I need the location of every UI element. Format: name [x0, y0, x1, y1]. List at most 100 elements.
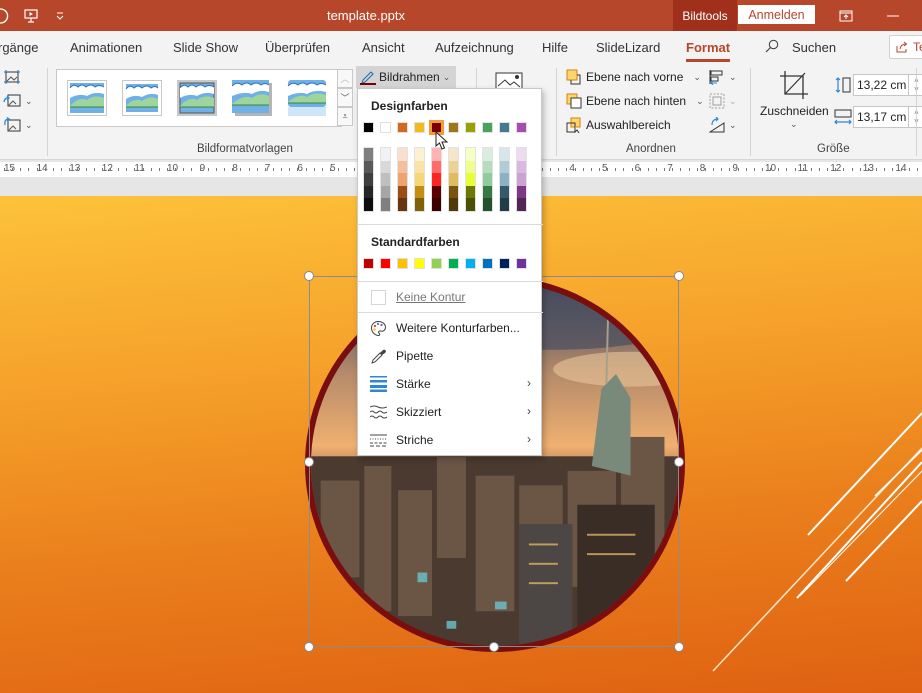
- shade-swatch[interactable]: [517, 185, 526, 199]
- shade-swatch[interactable]: [500, 185, 509, 199]
- shade-swatch[interactable]: [517, 160, 526, 174]
- shade-swatch[interactable]: [449, 198, 458, 211]
- tab-format[interactable]: Format: [686, 40, 731, 62]
- selection-pane-button[interactable]: Auswahlbereich: [566, 117, 671, 133]
- shade-swatch[interactable]: [432, 198, 441, 211]
- crop-button[interactable]: Zuschneiden: [760, 104, 829, 118]
- tab-ueberpruefen[interactable]: Überprüfen: [265, 40, 330, 55]
- search-icon[interactable]: [765, 39, 779, 56]
- theme-color-swatch[interactable]: [448, 122, 459, 133]
- shade-swatch[interactable]: [398, 198, 407, 211]
- resize-handle-bottom[interactable]: [489, 642, 499, 652]
- shape-height-input[interactable]: 13,22 cm: [853, 74, 909, 96]
- ribbon-display-options-icon[interactable]: [826, 0, 866, 31]
- sketched-item[interactable]: Skizziert ›: [358, 399, 541, 425]
- shade-swatch[interactable]: [449, 173, 458, 186]
- shade-swatch[interactable]: [415, 148, 424, 161]
- gallery-more-icon[interactable]: ⩡: [337, 107, 353, 126]
- standard-color-swatch[interactable]: [465, 258, 476, 269]
- picture-style-thumbnail-4[interactable]: [232, 80, 272, 116]
- shade-swatch[interactable]: [500, 173, 509, 186]
- send-backward-button[interactable]: Ebene nach hinten ⌄: [566, 93, 704, 109]
- tab-slide-show[interactable]: Slide Show: [173, 40, 238, 55]
- shade-swatch[interactable]: [398, 173, 407, 186]
- shade-swatch[interactable]: [432, 173, 441, 186]
- shade-swatch[interactable]: [449, 160, 458, 174]
- shade-swatch[interactable]: [398, 160, 407, 174]
- tab-animationen[interactable]: Animationen: [70, 40, 142, 55]
- shade-swatch[interactable]: [364, 198, 373, 211]
- shade-swatch[interactable]: [500, 148, 509, 161]
- picture-style-thumbnail-1[interactable]: [67, 80, 107, 116]
- shade-swatch[interactable]: [466, 173, 475, 186]
- shade-swatch[interactable]: [466, 185, 475, 199]
- crop-chevron-icon[interactable]: ⌄: [790, 119, 798, 130]
- shade-swatch[interactable]: [483, 198, 492, 211]
- shade-swatch[interactable]: [381, 185, 390, 199]
- shade-swatch[interactable]: [517, 173, 526, 186]
- tab-ansicht[interactable]: Ansicht: [362, 40, 405, 55]
- shade-swatch[interactable]: [466, 160, 475, 174]
- tab-slidelizard[interactable]: SlideLizard: [596, 40, 660, 55]
- crop-icon[interactable]: [779, 70, 809, 100]
- align-button[interactable]: ⌄: [709, 69, 737, 85]
- standard-color-swatch[interactable]: [516, 258, 527, 269]
- gallery-scroll-up-icon[interactable]: ︿: [337, 69, 353, 88]
- theme-color-swatch[interactable]: [482, 122, 493, 133]
- shade-swatch[interactable]: [415, 173, 424, 186]
- dashes-item[interactable]: Striche ›: [358, 427, 541, 453]
- shade-swatch[interactable]: [381, 173, 390, 186]
- shade-swatch[interactable]: [415, 160, 424, 174]
- no-outline-item[interactable]: Keine Kontur: [358, 284, 541, 310]
- picture-style-thumbnail-2[interactable]: [122, 80, 162, 116]
- standard-color-swatch[interactable]: [397, 258, 408, 269]
- shade-swatch[interactable]: [483, 160, 492, 174]
- minimize-button[interactable]: [873, 0, 913, 31]
- tab-aufzeichnung[interactable]: Aufzeichnung: [435, 40, 514, 55]
- shade-swatch[interactable]: [415, 185, 424, 199]
- standard-color-swatch[interactable]: [414, 258, 425, 269]
- shade-swatch[interactable]: [415, 198, 424, 211]
- theme-color-swatch[interactable]: [363, 122, 374, 133]
- shade-swatch[interactable]: [381, 148, 390, 161]
- bring-forward-button[interactable]: Ebene nach vorne ⌄: [566, 69, 701, 85]
- standard-color-swatch[interactable]: [482, 258, 493, 269]
- picture-style-thumbnail-3[interactable]: [177, 80, 217, 116]
- standard-color-swatch[interactable]: [499, 258, 510, 269]
- resize-handle-bottom-left[interactable]: [304, 642, 314, 652]
- group-button[interactable]: ⌄: [709, 93, 737, 109]
- shade-swatch[interactable]: [364, 173, 373, 186]
- picture-style-thumbnail-5[interactable]: [287, 80, 327, 116]
- resize-handle-left[interactable]: [304, 457, 314, 467]
- standard-color-swatch[interactable]: [448, 258, 459, 269]
- shade-swatch[interactable]: [466, 148, 475, 161]
- shade-swatch[interactable]: [432, 160, 441, 174]
- shade-swatch[interactable]: [398, 185, 407, 199]
- shade-swatch[interactable]: [381, 198, 390, 211]
- reset-picture-button[interactable]: ⌄: [3, 117, 33, 133]
- shade-swatch[interactable]: [432, 185, 441, 199]
- shade-swatch[interactable]: [483, 173, 492, 186]
- shade-swatch[interactable]: [449, 185, 458, 199]
- theme-color-swatch[interactable]: [516, 122, 527, 133]
- shape-width-input[interactable]: 13,17 cm: [853, 106, 909, 128]
- gallery-scroll-down-icon[interactable]: ﹀: [337, 88, 353, 107]
- shade-swatch[interactable]: [500, 198, 509, 211]
- shade-swatch[interactable]: [449, 148, 458, 161]
- shade-swatch[interactable]: [483, 185, 492, 199]
- shade-swatch[interactable]: [500, 160, 509, 174]
- share-button[interactable]: Te: [889, 35, 922, 59]
- theme-color-swatch[interactable]: [499, 122, 510, 133]
- standard-color-swatch[interactable]: [363, 258, 374, 269]
- shade-swatch[interactable]: [517, 148, 526, 161]
- weight-item[interactable]: Stärke ›: [358, 371, 541, 397]
- standard-color-swatch[interactable]: [431, 258, 442, 269]
- more-outline-colors-item[interactable]: Weitere Konturfarben...: [358, 315, 541, 341]
- shade-swatch[interactable]: [364, 185, 373, 199]
- shade-swatch[interactable]: [364, 160, 373, 174]
- tab-hilfe[interactable]: Hilfe: [542, 40, 568, 55]
- eyedropper-item[interactable]: Pipette: [358, 343, 541, 369]
- resize-handle-right[interactable]: [674, 457, 684, 467]
- sign-in-button[interactable]: Anmelden: [738, 5, 815, 24]
- resize-handle-top-right[interactable]: [674, 271, 684, 281]
